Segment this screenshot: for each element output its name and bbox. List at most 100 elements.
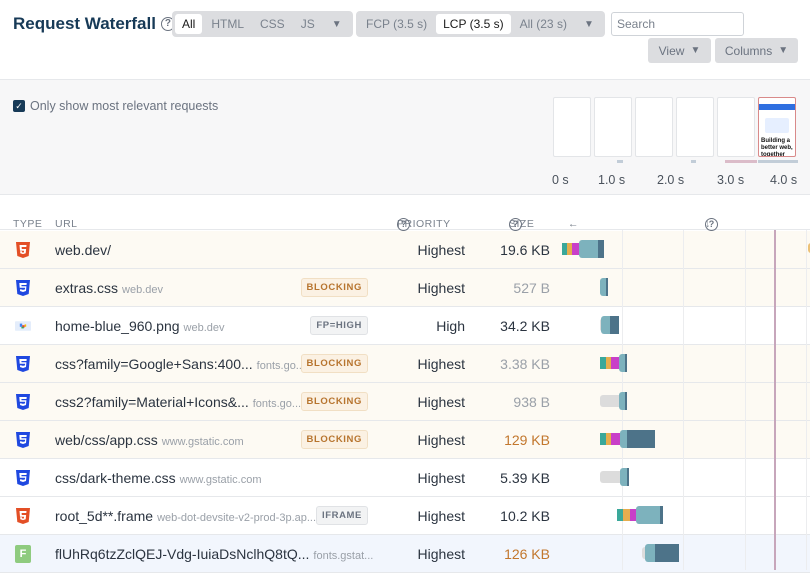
info-badge: IFRAME — [315, 506, 368, 525]
table-row[interactable]: web.dev/Highest 19.6 KB — [0, 231, 810, 269]
range-filter-fcp[interactable]: FCP (3.5 s) — [359, 14, 434, 34]
frame-illustration — [765, 118, 789, 133]
request-url[interactable]: web.dev/ — [55, 242, 111, 258]
request-size: 19.6 KB — [500, 242, 550, 258]
request-url[interactable]: css/dark-theme.css www.gstatic.com — [55, 470, 262, 486]
filmstrip-frame[interactable] — [594, 97, 632, 157]
table-row[interactable]: css?family=Google+Sans:400... fonts.go...… — [0, 345, 810, 383]
request-domain: web.dev — [122, 284, 163, 296]
type-filter-css[interactable]: CSS — [253, 14, 292, 34]
request-size: 527 B — [513, 280, 550, 296]
request-priority: Highest — [417, 394, 465, 410]
request-url[interactable]: css?family=Google+Sans:400... fonts.go... — [55, 356, 305, 372]
checkbox-checked-icon[interactable]: ✓ — [13, 100, 25, 112]
request-name: web.dev/ — [55, 242, 112, 258]
help-icon[interactable]: ? — [509, 218, 522, 231]
request-mark — [617, 160, 623, 163]
table-row[interactable]: home-blue_960.png web.dev FP=HIGH High 34.2 … — [0, 307, 810, 345]
blocking-badge: BLOCKING — [300, 392, 368, 411]
range-filter-all[interactable]: All (23 s) — [513, 14, 574, 34]
table-row[interactable]: FflUhRq6tzZclQEJ-Vdg-IuiaDsNclhQ8tQ... fo… — [0, 535, 810, 573]
relevant-requests-checkbox[interactable]: ✓ Only show most relevant requests — [13, 99, 218, 113]
request-domain: fonts.gstat... — [313, 550, 374, 562]
request-priority: Highest — [417, 432, 465, 448]
request-size: 938 B — [513, 394, 550, 410]
filmstrip-frame[interactable] — [553, 97, 591, 157]
search-input[interactable] — [611, 12, 744, 36]
type-filter: All HTML CSS JS ▼ — [172, 11, 353, 37]
range-filter: FCP (3.5 s) LCP (3.5 s) All (23 s) ▼ — [356, 11, 605, 37]
css3-icon — [15, 279, 31, 296]
css3-icon — [15, 355, 31, 372]
request-priority: Highest — [417, 242, 465, 258]
range-filter-more-icon[interactable]: ▼ — [576, 19, 602, 30]
request-domain: www.gstatic.com — [161, 436, 244, 448]
request-priority: Highest — [417, 356, 465, 372]
range-filter-lcp[interactable]: LCP (3.5 s) — [436, 14, 511, 34]
type-filter-js[interactable]: JS — [294, 14, 322, 34]
request-name: home-blue_960.png — [55, 318, 180, 334]
table-row[interactable]: root_5d**.frame web-dot-devsite-v2-prod-3… — [0, 497, 810, 535]
page-title: Request Waterfall ? — [13, 14, 175, 34]
filmstrip-tick: 2.0 s — [657, 173, 685, 187]
filmstrip-frame[interactable] — [676, 97, 714, 157]
request-name: root_5d**.frame — [55, 508, 154, 524]
request-url[interactable]: root_5d**.frame web-dot-devsite-v2-prod-3… — [55, 508, 316, 524]
request-name: css?family=Google+Sans:400... — [55, 356, 253, 372]
type-filter-html[interactable]: HTML — [204, 14, 251, 34]
type-filter-all[interactable]: All — [175, 14, 203, 34]
column-header-type-label: TYPE — [13, 218, 43, 230]
request-domain: web.dev — [183, 322, 225, 334]
filter-bar: ✓ Only show most relevant requests Build… — [0, 80, 810, 195]
chevron-down-icon: ▼ — [690, 45, 701, 56]
chevron-down-icon: ▼ — [778, 45, 789, 56]
filmstrip-frame-lcp[interactable]: Building a better web, together — [758, 97, 796, 157]
filmstrip-tick: 3.0 s — [717, 173, 745, 187]
columns-button[interactable]: Columns ▼ — [715, 38, 798, 63]
filmstrip-tick: 4.0 s — [770, 173, 798, 187]
table-header: TYPE URL PRIORITY? SIZE? ← EXPAND ↓ WATE… — [0, 196, 810, 242]
page-title-text: Request Waterfall — [13, 14, 156, 33]
html5-icon — [15, 241, 31, 258]
filmstrip-frame[interactable] — [717, 97, 755, 157]
request-url[interactable]: extras.css web.dev — [55, 280, 163, 296]
request-size: 3.38 KB — [500, 356, 550, 372]
request-priority: Highest — [417, 470, 465, 486]
table-row[interactable]: css2?family=Material+Icons&... fonts.go..… — [0, 383, 810, 421]
table-row[interactable]: web/css/app.css www.gstatic.com BLOCKING Hi… — [0, 421, 810, 459]
request-name: css2?family=Material+Icons&... — [55, 394, 249, 410]
view-button-label: View — [658, 43, 685, 58]
toolbar: Request Waterfall ? All HTML CSS JS ▼ FC… — [0, 0, 810, 80]
request-priority: Highest — [417, 546, 465, 562]
filmstrip-tick: 0 s — [552, 173, 569, 187]
request-mark — [725, 160, 757, 163]
blocking-badge: BLOCKING — [300, 430, 368, 449]
blocking-badge: BLOCKING — [300, 278, 368, 297]
request-name: css/dark-theme.css — [55, 470, 176, 486]
font-icon: F — [15, 544, 31, 563]
request-name: extras.css — [55, 280, 119, 296]
frame-headline: Building a better web, together — [761, 138, 793, 157]
request-url[interactable]: home-blue_960.png web.dev — [55, 318, 225, 334]
relevant-requests-label: Only show most relevant requests — [30, 99, 219, 113]
help-icon[interactable]: ? — [397, 218, 410, 231]
request-priority: Highest — [417, 508, 465, 524]
table-row[interactable]: css/dark-theme.css www.gstatic.com Highest… — [0, 459, 810, 497]
request-priority: High — [436, 318, 465, 334]
css3-icon — [15, 469, 31, 486]
request-size: 34.2 KB — [500, 318, 550, 334]
request-domain: www.gstatic.com — [179, 474, 262, 486]
html5-icon — [15, 507, 31, 524]
css3-icon — [15, 431, 31, 448]
type-filter-more-icon[interactable]: ▼ — [324, 19, 350, 30]
request-domain: web-dot-devsite-v2-prod-3p.ap... — [157, 512, 317, 524]
request-url[interactable]: web/css/app.css www.gstatic.com — [55, 432, 244, 448]
filmstrip-frame[interactable] — [635, 97, 673, 157]
filmstrip-request-marks — [553, 160, 798, 163]
view-button[interactable]: View ▼ — [648, 38, 711, 63]
help-icon[interactable]: ? — [705, 218, 718, 231]
table-row[interactable]: extras.css web.dev BLOCKING Highest 527 B — [0, 269, 810, 307]
blocking-badge: BLOCKING — [300, 354, 368, 373]
request-url[interactable]: css2?family=Material+Icons&... fonts.go..… — [55, 394, 301, 410]
request-url[interactable]: flUhRq6tzZclQEJ-Vdg-IuiaDsNclhQ8tQ... fon… — [55, 546, 373, 562]
